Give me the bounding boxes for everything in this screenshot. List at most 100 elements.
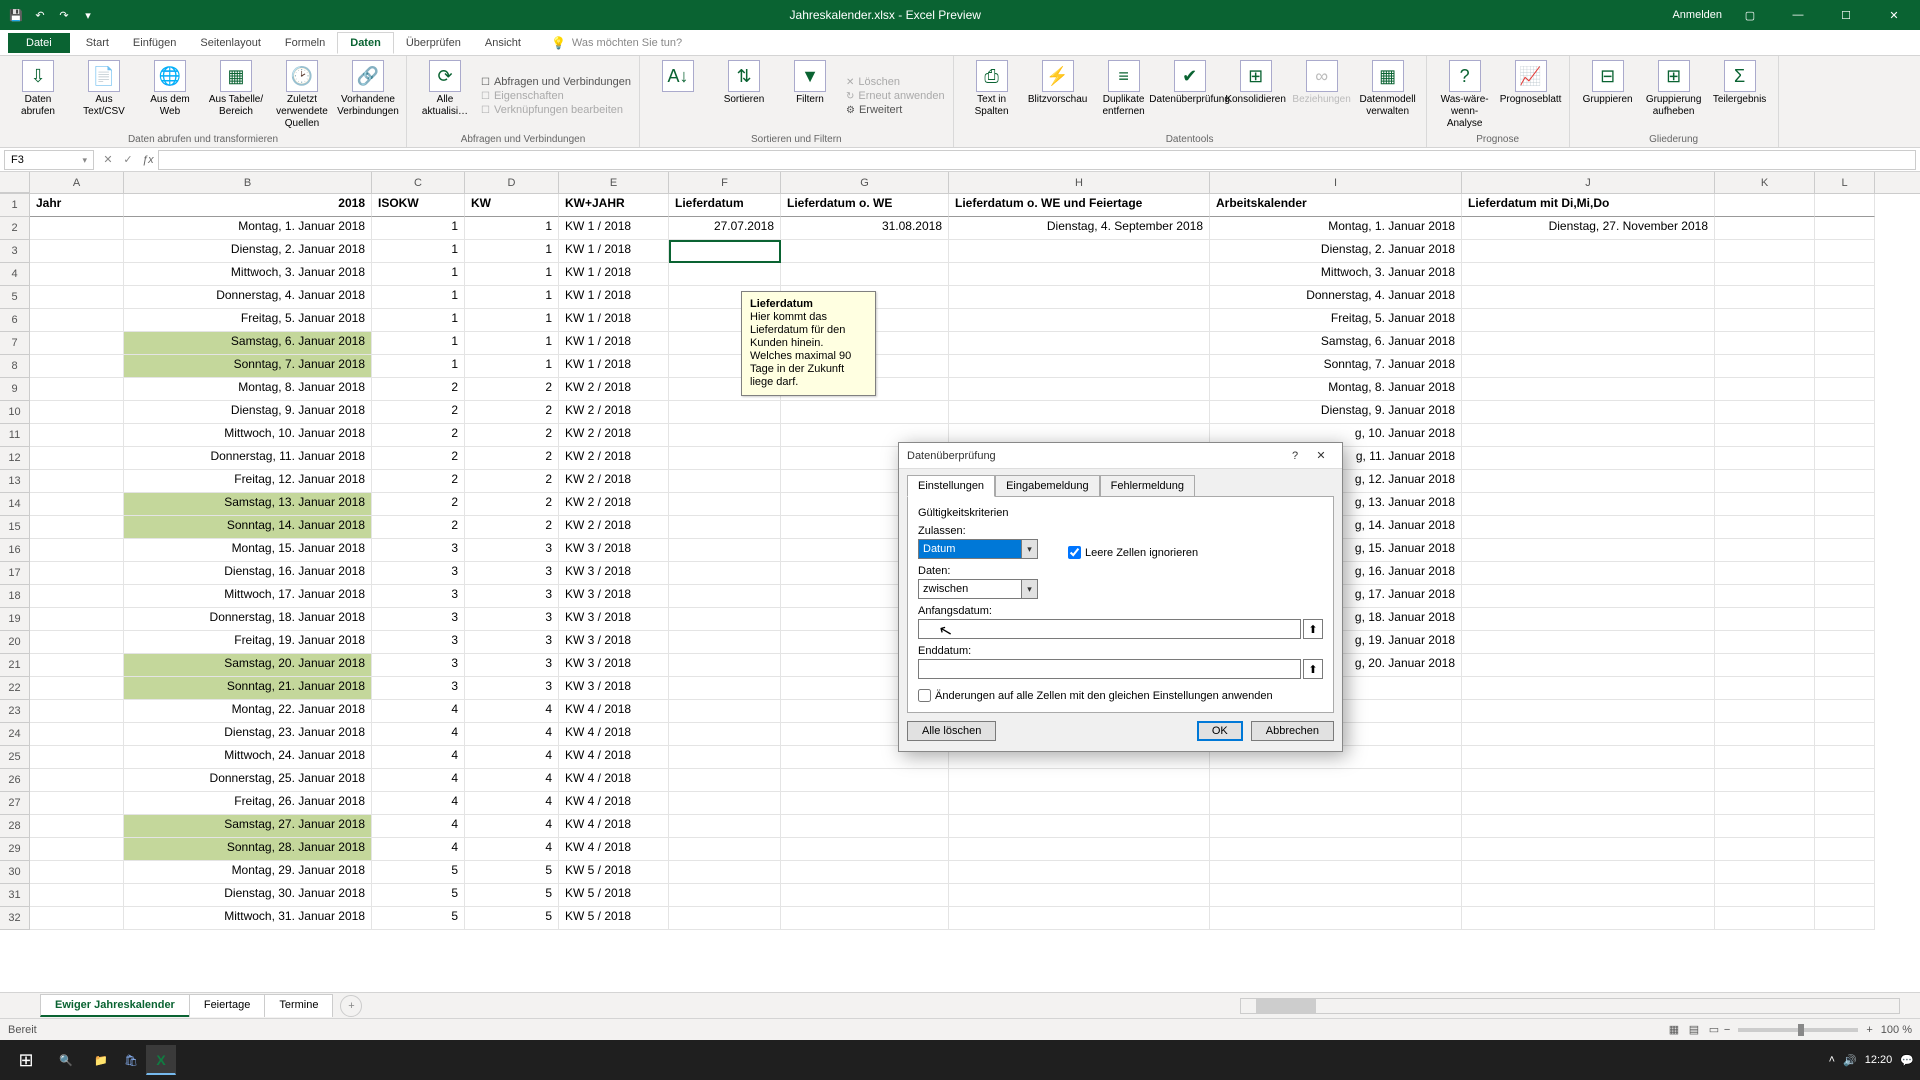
forecast-button[interactable]: 📈Prognoseblatt [1501, 60, 1561, 132]
cell[interactable] [30, 355, 124, 378]
col-header[interactable]: D [465, 172, 559, 193]
cell[interactable]: Mittwoch, 24. Januar 2018 [124, 746, 372, 769]
cell[interactable] [1210, 815, 1462, 838]
cell[interactable]: KW 2 / 2018 [559, 470, 669, 493]
cell[interactable] [1462, 470, 1715, 493]
cell[interactable]: KW 2 / 2018 [559, 424, 669, 447]
cell[interactable] [669, 792, 781, 815]
cell[interactable] [669, 240, 781, 263]
cell[interactable] [1462, 838, 1715, 861]
row-header[interactable]: 30 [0, 861, 30, 884]
cell[interactable] [1462, 792, 1715, 815]
cell[interactable]: KW 5 / 2018 [559, 884, 669, 907]
cell[interactable]: 2 [465, 447, 559, 470]
cell[interactable]: 3 [465, 562, 559, 585]
cell[interactable]: Sonntag, 28. Januar 2018 [124, 838, 372, 861]
cell[interactable] [1815, 447, 1875, 470]
tab-input-message[interactable]: Eingabemeldung [995, 475, 1100, 497]
cell[interactable]: KW 3 / 2018 [559, 631, 669, 654]
cell[interactable] [1462, 309, 1715, 332]
cell[interactable] [1715, 838, 1815, 861]
cell[interactable]: Samstag, 20. Januar 2018 [124, 654, 372, 677]
cell[interactable]: 1 [465, 217, 559, 240]
range-picker-icon[interactable]: ⬆ [1303, 619, 1323, 639]
cell[interactable]: Montag, 29. Januar 2018 [124, 861, 372, 884]
cell[interactable]: KW 1 / 2018 [559, 240, 669, 263]
cell[interactable] [669, 493, 781, 516]
cell[interactable] [30, 838, 124, 861]
cell[interactable]: 4 [372, 746, 465, 769]
cell[interactable]: Montag, 8. Januar 2018 [1210, 378, 1462, 401]
row-header[interactable]: 19 [0, 608, 30, 631]
cell[interactable]: Lieferdatum mit Di,Mi,Do [1462, 194, 1715, 217]
ignore-blank-checkbox[interactable]: Leere Zellen ignorieren [1068, 546, 1198, 559]
help-icon[interactable]: ? [1282, 443, 1308, 469]
cell[interactable] [1462, 516, 1715, 539]
cell[interactable]: Dienstag, 9. Januar 2018 [1210, 401, 1462, 424]
tab-start[interactable]: Start [74, 33, 121, 53]
cell[interactable]: 2 [372, 493, 465, 516]
cell[interactable]: 3 [372, 585, 465, 608]
cell[interactable]: Freitag, 5. Januar 2018 [1210, 309, 1462, 332]
ok-button[interactable]: OK [1197, 721, 1243, 741]
cell[interactable]: 3 [465, 654, 559, 677]
cell[interactable] [1210, 838, 1462, 861]
cell[interactable] [1815, 861, 1875, 884]
row-header[interactable]: 14 [0, 493, 30, 516]
cell[interactable]: 3 [372, 562, 465, 585]
cell[interactable]: 1 [372, 217, 465, 240]
cell[interactable] [1815, 194, 1875, 217]
tab-daten[interactable]: Daten [337, 32, 394, 54]
cell[interactable] [1715, 194, 1815, 217]
cell[interactable] [1815, 792, 1875, 815]
cell[interactable] [1715, 539, 1815, 562]
worksheet[interactable]: A B C D E F G H I J K L 1 Jahr 2018 ISOK… [0, 172, 1920, 992]
dialog-close-icon[interactable]: ✕ [1308, 443, 1334, 469]
cell[interactable] [1715, 355, 1815, 378]
row-header[interactable]: 23 [0, 700, 30, 723]
allow-combo[interactable]: Datum▾ [918, 539, 1038, 559]
cell[interactable]: Dienstag, 2. Januar 2018 [1210, 240, 1462, 263]
cell[interactable]: 2 [372, 424, 465, 447]
sheet-tab[interactable]: Termine [264, 994, 333, 1017]
cell[interactable]: 2 [465, 516, 559, 539]
cell[interactable] [1210, 861, 1462, 884]
cell[interactable] [1815, 217, 1875, 240]
cell[interactable] [1815, 838, 1875, 861]
cell[interactable]: 4 [372, 815, 465, 838]
row-header[interactable]: 5 [0, 286, 30, 309]
cell[interactable]: KW 4 / 2018 [559, 723, 669, 746]
col-header[interactable]: K [1715, 172, 1815, 193]
page-layout-icon[interactable]: ▤ [1684, 1022, 1704, 1038]
cell[interactable]: Dienstag, 4. September 2018 [949, 217, 1210, 240]
cell[interactable] [30, 263, 124, 286]
cell[interactable] [1462, 263, 1715, 286]
cell[interactable] [1715, 332, 1815, 355]
cell[interactable]: 3 [465, 608, 559, 631]
cell[interactable]: 1 [465, 263, 559, 286]
cell[interactable] [781, 792, 949, 815]
row-header[interactable]: 17 [0, 562, 30, 585]
cell[interactable]: KW 3 / 2018 [559, 608, 669, 631]
cell[interactable] [669, 608, 781, 631]
cell[interactable]: KW 4 / 2018 [559, 769, 669, 792]
tab-formeln[interactable]: Formeln [273, 33, 337, 53]
cell[interactable] [949, 884, 1210, 907]
col-header[interactable]: E [559, 172, 669, 193]
cell[interactable] [30, 608, 124, 631]
cell[interactable] [30, 516, 124, 539]
cell[interactable] [1715, 493, 1815, 516]
cell[interactable] [1815, 700, 1875, 723]
redo-icon[interactable]: ↷ [54, 5, 74, 25]
cell[interactable] [30, 493, 124, 516]
cell[interactable] [30, 723, 124, 746]
subtotal-button[interactable]: ΣTeilergebnis [1710, 60, 1770, 132]
cell[interactable]: Freitag, 5. Januar 2018 [124, 309, 372, 332]
cell[interactable]: KW 2 / 2018 [559, 378, 669, 401]
cell[interactable] [30, 792, 124, 815]
range-picker-icon[interactable]: ⬆ [1303, 659, 1323, 679]
cell[interactable]: Montag, 22. Januar 2018 [124, 700, 372, 723]
cell[interactable] [669, 654, 781, 677]
cell[interactable]: 5 [372, 861, 465, 884]
cell[interactable]: Freitag, 19. Januar 2018 [124, 631, 372, 654]
